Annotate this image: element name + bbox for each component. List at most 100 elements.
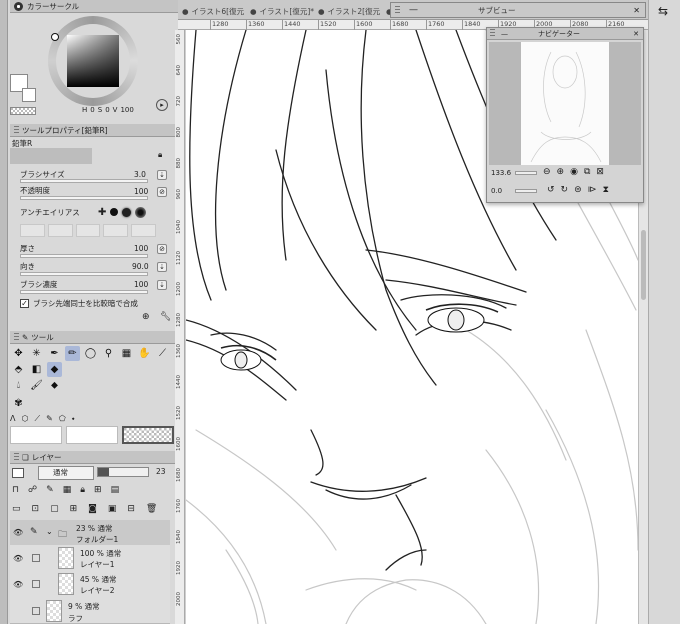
combine-icon[interactable]: ⊟ bbox=[127, 504, 135, 516]
layer-row-3[interactable]: 9 % 通常 ラフ bbox=[10, 598, 170, 624]
reset-rotation-icon[interactable]: ⊜ bbox=[574, 185, 582, 195]
flip-horizontal-icon[interactable]: ⧐ bbox=[588, 185, 597, 195]
zoom-value[interactable]: 133.6 bbox=[491, 169, 513, 177]
layer-row-1[interactable]: 👁︎ 100 % 通常 レイヤー1 bbox=[10, 545, 170, 573]
layer-color-icon[interactable]: ⊞ bbox=[94, 485, 102, 497]
antialias-medium-icon[interactable] bbox=[122, 207, 132, 217]
grid-tool-icon[interactable]: ▦ bbox=[119, 346, 134, 361]
pen-tool-icon[interactable]: ✒ bbox=[47, 346, 62, 361]
opacity-link-button[interactable]: ⊘ bbox=[157, 187, 167, 197]
flip-vertical-icon[interactable]: ⧗ bbox=[603, 185, 609, 195]
minimize-icon[interactable]: — bbox=[501, 30, 508, 38]
layer-settings-icon[interactable]: ▤ bbox=[111, 485, 120, 497]
chevron-down-icon[interactable]: ⌄ bbox=[46, 527, 53, 536]
layer-panel-header[interactable]: ❏ レイヤー bbox=[10, 451, 178, 464]
visibility-eye-icon[interactable]: 👁︎ bbox=[13, 580, 23, 589]
draft-icon[interactable]: ✎ bbox=[46, 485, 54, 497]
visibility-eye-icon[interactable]: 👁︎ bbox=[13, 528, 23, 537]
antialias-strong-icon[interactable] bbox=[135, 206, 147, 218]
sub-color-swatch[interactable] bbox=[22, 88, 36, 102]
navigator-preview[interactable] bbox=[489, 42, 641, 165]
transparent-color-swatch[interactable] bbox=[10, 107, 36, 115]
apply-mask-icon[interactable]: ▣ bbox=[108, 504, 117, 516]
layer-checkbox[interactable] bbox=[32, 554, 40, 562]
brush-size-button[interactable]: ⇣ bbox=[157, 170, 167, 180]
rotate-right-icon[interactable]: ↻ bbox=[561, 185, 569, 195]
fit-window-icon[interactable]: ⧉ bbox=[584, 167, 590, 177]
actual-size-icon[interactable]: ⊠ bbox=[596, 167, 604, 177]
tab-illust6[interactable]: ● イラスト6[復元 bbox=[182, 4, 244, 19]
pattern-tool-icon[interactable]: ✾ bbox=[11, 396, 26, 411]
visibility-eye-icon[interactable]: 👁︎ bbox=[13, 554, 23, 563]
minimize-icon[interactable]: — bbox=[409, 5, 418, 15]
close-icon[interactable]: ✕ bbox=[633, 30, 639, 38]
brush-density-button[interactable]: ⇣ bbox=[157, 280, 167, 290]
brush-tool-icon[interactable]: 🖌︎ bbox=[29, 378, 44, 393]
color-circle-header[interactable]: カラーサークル bbox=[10, 0, 178, 13]
layer-type-icon[interactable] bbox=[12, 468, 24, 478]
rotation-value[interactable]: 0.0 bbox=[491, 187, 513, 195]
new-vector-layer-icon[interactable]: ⊡ bbox=[32, 504, 40, 516]
zoom-slider[interactable] bbox=[515, 171, 537, 175]
rotation-slider[interactable] bbox=[515, 189, 537, 193]
subview-window[interactable]: — サブビュー ✕ bbox=[390, 2, 646, 18]
trash-icon[interactable]: 🗑︎ bbox=[146, 504, 157, 516]
layer-row-folder[interactable]: 👁︎ ✎ ⌄ 🗀︎ 23 % 通常 フォルダー1 bbox=[10, 520, 170, 548]
move-tool-icon[interactable]: ✥ bbox=[11, 346, 26, 361]
navigator-window[interactable]: — ナビゲーター ✕ 133.6 ⊖ ⊕ ◉ ⧉ ⊠ 0.0 ↺ ↻ ⊜ ⧐ ⧗ bbox=[486, 27, 644, 203]
opacity-slider[interactable] bbox=[20, 196, 148, 200]
antialias-none-icon[interactable]: ✚ bbox=[98, 207, 106, 218]
merge-down-icon[interactable]: ⊞ bbox=[70, 504, 78, 516]
hue-handle[interactable] bbox=[51, 33, 59, 41]
thickness-link-button[interactable]: ⊘ bbox=[157, 244, 167, 254]
tool-property-header[interactable]: ツールプロパティ[鉛筆R] bbox=[10, 124, 178, 137]
eraser-tool-icon[interactable]: ⬥ bbox=[47, 378, 62, 393]
scrollbar-thumb[interactable] bbox=[641, 230, 646, 300]
pencil-tool-icon[interactable]: ✏ bbox=[65, 346, 80, 361]
hand-tool-icon[interactable]: ✋ bbox=[137, 346, 152, 361]
lasso-tool-icon[interactable]: ◯ bbox=[83, 346, 98, 361]
brush-settings-icon[interactable]: ⊕ bbox=[142, 312, 150, 322]
close-icon[interactable]: ✕ bbox=[633, 6, 640, 15]
tab-illust2[interactable]: ● イラスト2[復元 bbox=[318, 4, 380, 19]
combine-checkbox[interactable]: ✓ bbox=[20, 299, 29, 308]
sub-tool-slot-2[interactable] bbox=[66, 426, 118, 444]
blend-tool-icon[interactable]: 💧︎ bbox=[11, 378, 26, 393]
layer-checkbox[interactable] bbox=[32, 607, 40, 615]
wrench-icon[interactable]: 🔧︎ bbox=[160, 312, 171, 322]
clip-icon[interactable]: ⊓ bbox=[12, 485, 19, 497]
color-settings-icon[interactable]: ▸ bbox=[156, 99, 168, 111]
fit-icon[interactable]: ◉ bbox=[570, 167, 578, 177]
swap-arrows-icon[interactable]: ⇆ bbox=[658, 4, 668, 18]
sub-tool-slot-1[interactable] bbox=[10, 426, 62, 444]
tool-panel-header[interactable]: ✎ ツール bbox=[10, 331, 178, 344]
tab-illust[interactable]: ● イラスト[復元]* bbox=[250, 4, 314, 19]
layer-checkbox[interactable] bbox=[32, 580, 40, 588]
combine-checkbox-row[interactable]: ✓ ブラシ先端同士を比較暗で合成 bbox=[20, 298, 138, 309]
antialias-options[interactable]: ✚ bbox=[98, 205, 164, 219]
direction-button[interactable]: ⇣ bbox=[157, 262, 167, 272]
zoom-tool-icon[interactable]: ⚲ bbox=[101, 346, 116, 361]
lock-icon[interactable]: 🔒︎ bbox=[158, 150, 162, 160]
layer-opacity-slider[interactable] bbox=[97, 467, 149, 477]
fill-bucket-icon[interactable]: ⬘ bbox=[11, 362, 26, 377]
gradient-tool-icon[interactable]: ◧ bbox=[29, 362, 44, 377]
eyedropper-icon[interactable]: ⟋ bbox=[155, 346, 170, 361]
shape-tool-icon[interactable]: ◆ bbox=[47, 362, 62, 377]
magic-wand-icon[interactable]: ✳ bbox=[29, 346, 44, 361]
brush-density-slider[interactable] bbox=[20, 290, 148, 294]
layer-row-2[interactable]: 👁︎ 45 % 通常 レイヤー2 bbox=[10, 571, 170, 599]
saturation-value-square[interactable] bbox=[67, 35, 119, 87]
new-raster-layer-icon[interactable]: ▭ bbox=[12, 504, 21, 516]
blend-mode-select[interactable]: 通常 bbox=[38, 466, 94, 480]
new-folder-icon[interactable]: ▢ bbox=[50, 504, 59, 516]
zoom-out-icon[interactable]: ⊖ bbox=[543, 167, 551, 177]
sub-tool-slot-3[interactable] bbox=[122, 426, 174, 444]
antialias-weak-icon[interactable] bbox=[110, 208, 119, 216]
rotate-left-icon[interactable]: ↺ bbox=[547, 185, 555, 195]
mask-icon[interactable]: ◙ bbox=[88, 504, 97, 516]
lock-transparent-icon[interactable]: ▦ bbox=[63, 485, 72, 497]
zoom-in-icon[interactable]: ⊕ bbox=[557, 167, 565, 177]
lock-layer-icon[interactable]: 🔒︎ bbox=[80, 485, 85, 497]
reference-icon[interactable]: ☍ bbox=[28, 485, 37, 497]
